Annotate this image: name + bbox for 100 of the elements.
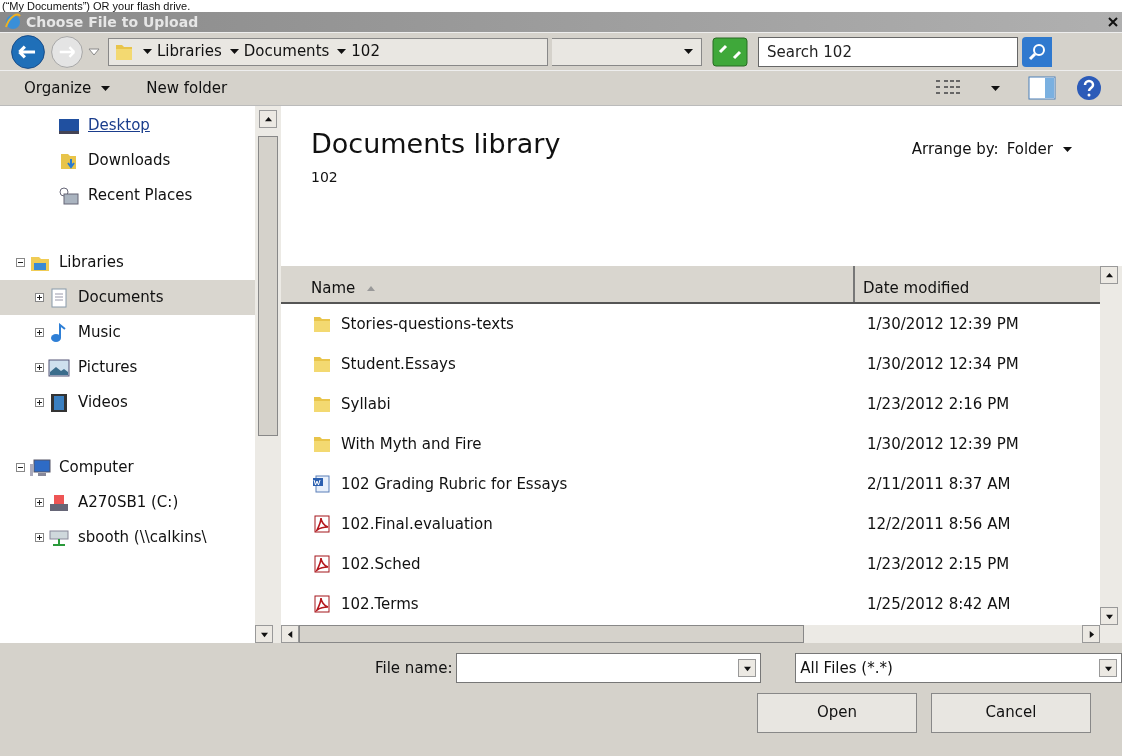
scrollbar-thumb[interactable] xyxy=(258,136,278,436)
tree-item[interactable]: sbooth (\\calkins\ xyxy=(0,520,255,555)
tree-item[interactable]: Computer xyxy=(0,450,255,485)
breadcrumb[interactable]: 102 xyxy=(351,40,380,63)
tree-item[interactable]: Documents xyxy=(0,280,255,315)
file-name-label: File name: xyxy=(375,657,453,679)
search-icon xyxy=(1028,42,1046,61)
breadcrumb-caret-icon xyxy=(337,49,347,54)
scroll-down-button[interactable] xyxy=(1100,607,1118,625)
arrow-icon xyxy=(743,664,751,672)
history-dropdown-icon[interactable] xyxy=(88,47,100,56)
expand-icon[interactable] xyxy=(35,533,44,542)
arrange-by-label: Arrange by: xyxy=(911,139,999,160)
tree-item[interactable]: Libraries xyxy=(0,245,255,280)
scroll-right-button[interactable] xyxy=(1082,625,1100,643)
expand-icon[interactable] xyxy=(35,328,44,337)
date-modified: 1/30/2012 12:39 PM xyxy=(866,313,1019,335)
tree-item[interactable]: Videos xyxy=(0,385,255,420)
expand-icon[interactable] xyxy=(35,498,44,507)
tree-item[interactable]: Music xyxy=(0,315,255,350)
library-subtitle: 102 xyxy=(311,167,339,187)
vertical-scrollbar[interactable] xyxy=(255,106,281,625)
picture-icon xyxy=(48,357,70,378)
file-row[interactable]: 102.Terms 1/25/2012 8:42 AM xyxy=(281,584,1100,624)
date-modified: 1/23/2012 2:16 PM xyxy=(866,393,1010,415)
address-dropdown-icon xyxy=(684,49,693,54)
search-field[interactable]: Search 102 xyxy=(758,36,1018,67)
page-text: (“My Documents”) OR your flash drive. xyxy=(2,0,191,12)
help-icon[interactable] xyxy=(1076,75,1102,101)
scroll-up-button[interactable] xyxy=(259,110,277,128)
pdf-icon xyxy=(311,594,333,614)
dropdown-button[interactable] xyxy=(738,659,757,677)
document-icon xyxy=(48,287,70,308)
search-button[interactable] xyxy=(1022,36,1052,67)
file-row[interactable]: 102.Final.evaluation 12/2/2011 8:56 AM xyxy=(281,504,1100,544)
back-button[interactable] xyxy=(10,33,46,70)
column-header[interactable]: Date modified xyxy=(855,266,1100,302)
expand-icon[interactable] xyxy=(35,363,44,372)
pdf-icon xyxy=(311,554,333,574)
file-row[interactable]: Student.Essays 1/30/2012 12:34 PM xyxy=(281,344,1100,384)
window-title: Choose File to Upload xyxy=(26,12,199,32)
expand-icon[interactable] xyxy=(35,398,44,407)
column-header[interactable]: Name xyxy=(281,266,855,302)
date-modified: 12/2/2011 8:56 AM xyxy=(866,513,1011,535)
refresh-button[interactable] xyxy=(712,36,748,67)
dialog-button[interactable]: Cancel xyxy=(931,693,1091,733)
expand-icon[interactable] xyxy=(35,293,44,302)
file-row[interactable]: Stories-questions-texts 1/30/2012 12:39 PM xyxy=(281,304,1100,344)
arrow-icon xyxy=(1105,612,1113,620)
word-document-icon xyxy=(311,474,333,494)
date-modified: 1/25/2012 8:42 AM xyxy=(866,593,1011,615)
file-row[interactable]: Syllabi 1/23/2012 2:16 PM xyxy=(281,384,1100,424)
tree-item[interactable]: Pictures xyxy=(0,350,255,385)
toolbar-button[interactable]: Organize xyxy=(20,75,115,101)
computer-icon xyxy=(29,457,51,478)
arrow-icon xyxy=(1087,630,1095,638)
favorite-item[interactable]: Desktop xyxy=(0,108,255,143)
tree-item[interactable]: A270SB1 (C:) xyxy=(0,485,255,520)
collapse-icon[interactable] xyxy=(16,463,25,472)
scroll-left-button[interactable] xyxy=(281,625,299,643)
toolbar-button[interactable]: New folder xyxy=(142,75,232,101)
film-icon xyxy=(48,392,70,413)
horizontal-scrollbar-thumb[interactable] xyxy=(299,625,804,643)
file-row[interactable]: 102 Grading Rubric for Essays 2/11/2011 8:37 AM xyxy=(281,464,1100,504)
file-name-field[interactable] xyxy=(456,653,762,683)
close-icon[interactable] xyxy=(1106,15,1120,29)
arrow-icon xyxy=(1105,271,1113,279)
library-title: Documents library xyxy=(311,127,561,161)
dropdown-button[interactable] xyxy=(1099,659,1117,677)
view-dropdown-icon xyxy=(991,85,1000,91)
browser-logo-icon xyxy=(4,13,22,31)
arrow-icon xyxy=(260,630,268,638)
dialog-button[interactable]: Open xyxy=(757,693,917,733)
date-modified: 1/30/2012 12:39 PM xyxy=(866,433,1019,455)
folder-icon xyxy=(311,314,333,334)
favorite-item[interactable]: Downloads xyxy=(0,143,255,178)
breadcrumb[interactable]: Libraries xyxy=(157,40,222,63)
arrange-by-dropdown[interactable]: Folder xyxy=(1006,138,1072,161)
drive-icon xyxy=(48,492,70,513)
file-type-dropdown[interactable]: All Files (*.*) xyxy=(795,653,1122,683)
pdf-icon xyxy=(311,514,333,534)
caret-icon xyxy=(101,85,111,91)
date-modified: 1/30/2012 12:34 PM xyxy=(866,353,1019,375)
scroll-down-button[interactable] xyxy=(255,625,273,643)
scroll-up-button[interactable] xyxy=(1100,266,1118,284)
folder-icon xyxy=(311,354,333,374)
collapse-icon[interactable] xyxy=(16,258,25,267)
file-row[interactable]: With Myth and Fire 1/30/2012 12:39 PM xyxy=(281,424,1100,464)
date-modified: 2/11/2011 8:37 AM xyxy=(866,473,1011,495)
file-list-scrollbar[interactable] xyxy=(1100,266,1122,625)
breadcrumb-caret-icon xyxy=(229,49,239,54)
caret-icon xyxy=(1063,146,1072,152)
sort-ascending-icon xyxy=(367,286,376,291)
favorite-item[interactable]: Recent Places xyxy=(0,178,255,213)
network-drive-icon xyxy=(48,527,70,548)
breadcrumb[interactable]: Documents xyxy=(243,40,330,63)
folder-icon xyxy=(311,394,333,414)
file-row[interactable]: 102.Sched 1/23/2012 2:15 PM xyxy=(281,544,1100,584)
address-bar[interactable]: Libraries Documents 102 xyxy=(108,37,548,66)
arrow-icon xyxy=(1104,664,1112,672)
